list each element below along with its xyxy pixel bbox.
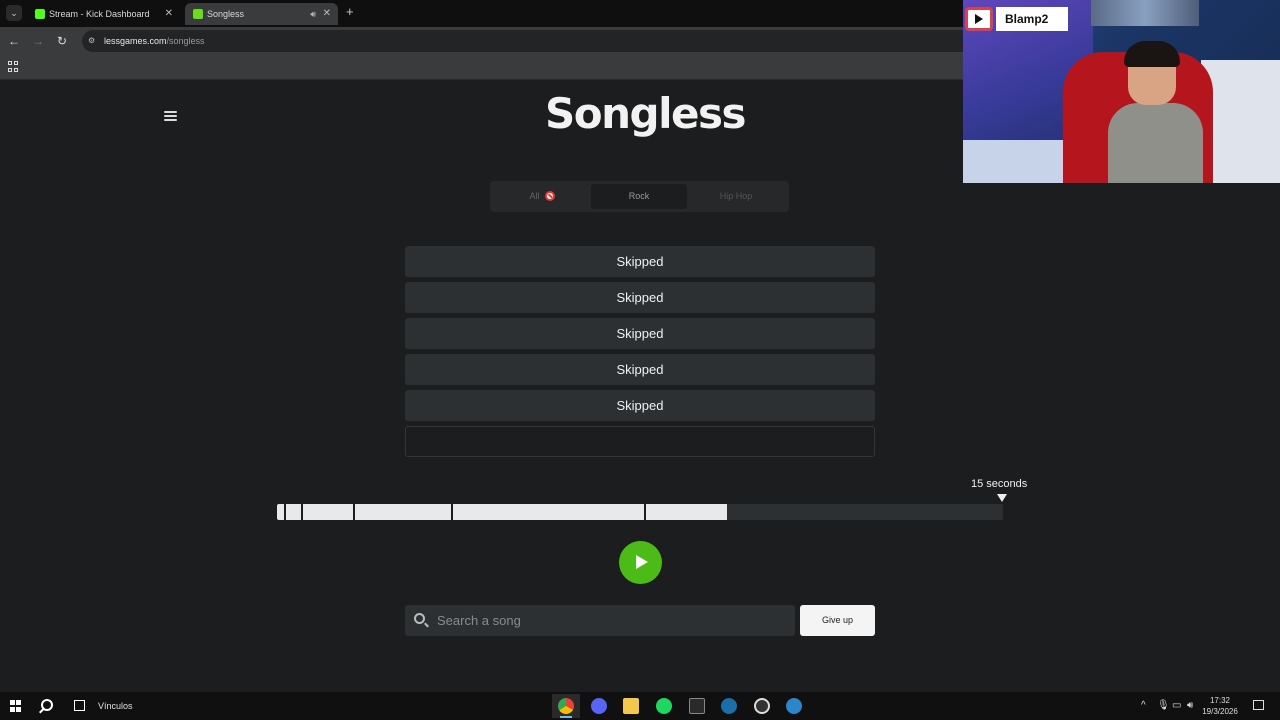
apps-grid-icon[interactable] — [8, 61, 19, 72]
clock-date: 19/3/2026 — [1202, 707, 1238, 716]
play-button[interactable] — [619, 541, 662, 584]
chrome-icon[interactable] — [552, 694, 580, 718]
search-icon[interactable] — [41, 699, 53, 711]
forward-arrow-icon[interactable]: → — [30, 33, 46, 49]
wall-poster — [1091, 0, 1199, 26]
genre-label: Hip Hop — [719, 191, 753, 201]
bed — [963, 140, 1073, 183]
max-duration-label: 15 seconds — [971, 478, 1028, 490]
browser-toolbar: ← → ↻ ⚙ lessgames.com/songless — [0, 27, 963, 55]
genre-label: All — [529, 191, 540, 201]
guess-row: Skipped — [405, 354, 875, 385]
windows-start-icon[interactable] — [10, 700, 22, 712]
clock-time: 17:32 — [1209, 696, 1231, 705]
speaker-icon[interactable]: 🔊︎ — [310, 3, 316, 25]
timeline-played-fill — [277, 504, 728, 520]
channel-name: Blamp2 — [996, 7, 1068, 31]
webcam-overlay: Blamp2 — [963, 0, 1280, 183]
bookmarks-bar — [0, 55, 963, 80]
steam-icon[interactable] — [715, 694, 743, 718]
genre-selector: All Rock Hip Hop — [490, 181, 789, 212]
genre-tab-rock[interactable]: Rock — [591, 184, 687, 209]
chevron-up-icon[interactable]: ^ — [1141, 692, 1146, 720]
epic-games-icon[interactable] — [683, 694, 711, 718]
tab-songless[interactable]: Songless 🔊︎ ✕ — [185, 3, 338, 25]
tab-title: Songless — [207, 9, 245, 19]
network-icon[interactable]: ▭ — [1172, 692, 1181, 720]
duration-marker-icon — [997, 494, 1007, 502]
tab-search-button[interactable]: ⌄ — [6, 5, 22, 21]
close-icon[interactable]: ✕ — [165, 3, 173, 25]
give-up-button[interactable]: Give up — [800, 605, 875, 636]
tab-title: Stream - Kick Dashboard — [49, 9, 150, 19]
timeline-segment-divider — [643, 504, 646, 520]
kick-icon — [35, 9, 45, 19]
microphone-icon[interactable]: 🎙︎ — [1157, 692, 1170, 720]
playback-timeline[interactable] — [277, 504, 1003, 520]
new-tab-button[interactable]: + — [346, 4, 354, 19]
search-icon — [414, 613, 425, 624]
timeline-segment-divider — [300, 504, 303, 520]
streamer — [1108, 41, 1203, 183]
lessgames-icon — [193, 9, 203, 19]
genre-tab-hip-hop[interactable]: Hip Hop — [688, 184, 784, 209]
reload-icon[interactable]: ↻ — [54, 33, 70, 49]
guess-row: Skipped — [405, 390, 875, 421]
guess-row-empty — [405, 426, 875, 457]
obs-icon[interactable] — [748, 694, 776, 718]
site-info-icon[interactable]: ⚙ — [88, 36, 98, 46]
guess-row: Skipped — [405, 318, 875, 349]
url-host: lessgames.com — [104, 36, 167, 46]
search-input[interactable] — [437, 605, 787, 636]
url-path: /songless — [166, 36, 205, 46]
spotify-icon[interactable] — [650, 694, 678, 718]
youtube-icon — [965, 7, 993, 31]
url-text[interactable]: lessgames.com/songless — [104, 30, 205, 52]
system-clock[interactable]: 17:32 19/3/2026 — [1202, 695, 1238, 717]
guess-row: Skipped — [405, 246, 875, 277]
blocked-icon — [544, 190, 555, 201]
taskbar: Vínculos ^ 🎙︎ ▭ 🔊︎ 17:32 19/3/2026 — [0, 692, 1280, 720]
song-search-box — [405, 605, 795, 636]
notifications-icon[interactable] — [1253, 700, 1264, 710]
volume-icon[interactable]: 🔊︎ — [1187, 692, 1193, 720]
close-icon[interactable]: ✕ — [323, 3, 331, 25]
genre-label: Rock — [628, 191, 650, 201]
timeline-segment-divider — [353, 504, 356, 520]
tab-kick-dashboard[interactable]: Stream - Kick Dashboard ✕ — [27, 3, 180, 25]
genre-tab-all[interactable]: All — [494, 184, 590, 209]
links-toolbar[interactable]: Vínculos — [98, 692, 133, 720]
address-bar[interactable]: ⚙ lessgames.com/songless — [82, 30, 963, 52]
discord-icon[interactable] — [585, 694, 613, 718]
timeline-segment-divider — [283, 504, 286, 520]
steam-icon[interactable] — [780, 694, 808, 718]
task-view-icon[interactable] — [74, 700, 85, 711]
file-explorer-icon[interactable] — [617, 694, 645, 718]
timeline-segment-divider — [451, 504, 454, 520]
guess-row: Skipped — [405, 282, 875, 313]
back-arrow-icon[interactable]: ← — [6, 33, 22, 49]
